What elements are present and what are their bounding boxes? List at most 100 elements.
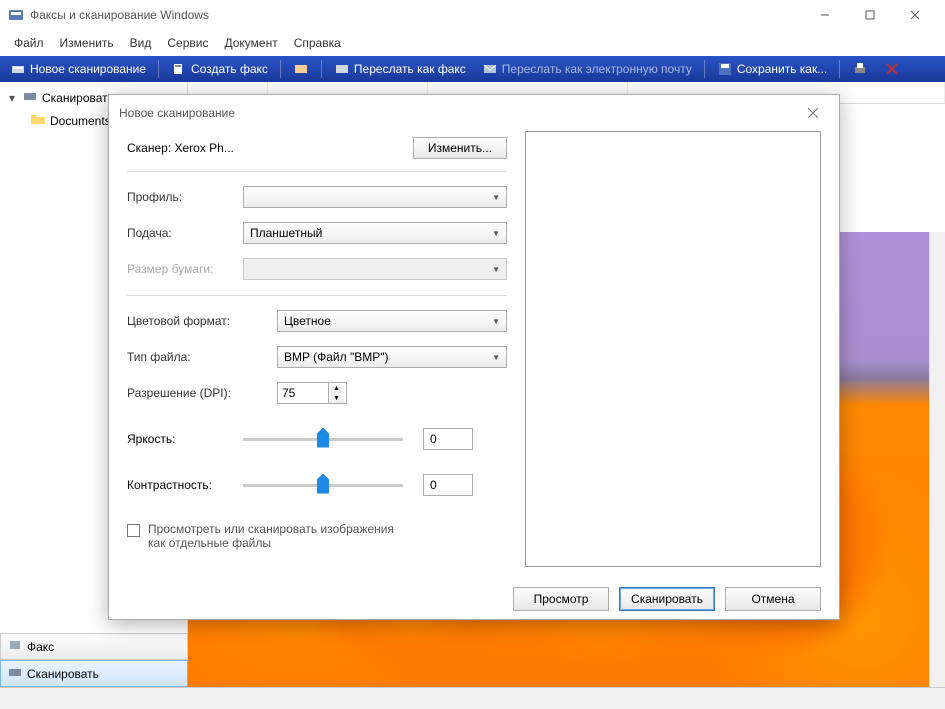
window-title: Факсы и сканирование Windows — [30, 8, 802, 22]
dialog-footer: Просмотр Сканировать Отмена — [109, 579, 839, 619]
toolbar-forward-fax[interactable]: Переслать как факс — [328, 59, 472, 79]
menu-help[interactable]: Справка — [286, 32, 349, 54]
toolbar-separator — [839, 60, 840, 78]
profile-label: Профиль: — [127, 190, 243, 204]
contrast-row: Контрастность: 0 — [127, 474, 507, 496]
change-scanner-button[interactable]: Изменить... — [413, 137, 507, 159]
collapse-icon[interactable]: ▾ — [6, 91, 18, 105]
chevron-down-icon: ▼ — [492, 193, 500, 202]
slider-thumb[interactable] — [317, 474, 329, 494]
chevron-down-icon: ▼ — [492, 229, 500, 238]
menubar: Файл Изменить Вид Сервис Документ Справк… — [0, 30, 945, 56]
save-as-label: Сохранить как... — [737, 62, 827, 76]
filetype-row: Тип файла: BMP (Файл "BMP") ▼ — [127, 346, 507, 368]
toolbar-separator — [321, 60, 322, 78]
brightness-slider[interactable] — [243, 438, 403, 441]
spin-up[interactable]: ▲ — [329, 383, 344, 393]
toolbar-separator — [704, 60, 705, 78]
brightness-label: Яркость: — [127, 432, 243, 446]
brightness-value[interactable]: 0 — [423, 428, 473, 450]
dialog-preview — [525, 131, 821, 567]
filetype-value: BMP (Файл "BMP") — [284, 350, 388, 364]
toolbar-print[interactable] — [846, 59, 874, 79]
toolbar-new-scan[interactable]: Новое сканирование — [4, 59, 152, 79]
create-fax-label: Создать факс — [191, 62, 268, 76]
profile-select[interactable]: ▼ — [243, 186, 507, 208]
source-label: Подача: — [127, 226, 243, 240]
maximize-button[interactable] — [847, 0, 892, 30]
resolution-spinner[interactable]: ▲ ▼ — [277, 382, 347, 404]
dialog-title-label: Новое сканирование — [119, 106, 235, 120]
menu-edit[interactable]: Изменить — [52, 32, 122, 54]
filetype-label: Тип файла: — [127, 350, 277, 364]
contrast-slider[interactable] — [243, 484, 403, 487]
cancel-button[interactable]: Отмена — [725, 587, 821, 611]
dialog-body: Сканер: Xerox Ph... Изменить... Профиль:… — [109, 131, 839, 579]
separate-files-checkbox[interactable] — [127, 524, 140, 537]
bottom-tabs: Факс Сканировать — [0, 633, 188, 687]
scanner-small-icon — [22, 88, 38, 107]
scanner-icon — [10, 61, 26, 77]
spin-down[interactable]: ▼ — [329, 393, 344, 403]
separate-files-label: Просмотреть или сканировать изображения … — [148, 522, 408, 550]
color-label: Цветовой формат: — [127, 314, 277, 328]
chevron-down-icon: ▼ — [492, 353, 500, 362]
folder-icon — [30, 111, 46, 130]
forward-email-label: Переслать как электронную почту — [502, 62, 692, 76]
profile-row: Профиль: ▼ — [127, 186, 507, 208]
slider-thumb[interactable] — [317, 428, 329, 448]
tab-scan-label: Сканировать — [27, 667, 99, 681]
scanner-label: Сканер: Xerox Ph... — [127, 141, 413, 155]
paper-select: ▼ — [243, 258, 507, 280]
chevron-down-icon: ▼ — [492, 265, 500, 274]
separate-files-row: Просмотреть или сканировать изображения … — [127, 522, 507, 550]
window-controls — [802, 0, 937, 30]
new-scan-dialog: Новое сканирование Сканер: Xerox Ph... И… — [108, 94, 840, 620]
color-select[interactable]: Цветное ▼ — [277, 310, 507, 332]
menu-document[interactable]: Документ — [216, 32, 285, 54]
print-icon — [852, 61, 868, 77]
toolbar: Новое сканирование Создать факс Переслат… — [0, 56, 945, 82]
contrast-value[interactable]: 0 — [423, 474, 473, 496]
fax-small-icon — [7, 637, 23, 656]
menu-file[interactable]: Файл — [6, 32, 52, 54]
statusbar — [0, 687, 945, 709]
titlebar: Факсы и сканирование Windows — [0, 0, 945, 30]
save-icon — [717, 61, 733, 77]
tab-fax-label: Факс — [27, 640, 54, 654]
email-icon — [482, 61, 498, 77]
section-divider — [127, 280, 507, 296]
toolbar-delete[interactable] — [878, 59, 906, 79]
fax-icon — [171, 61, 187, 77]
preview-button[interactable]: Просмотр — [513, 587, 609, 611]
dialog-form: Сканер: Xerox Ph... Изменить... Профиль:… — [127, 131, 507, 567]
toolbar-forward-email[interactable]: Переслать как электронную почту — [476, 59, 698, 79]
tab-fax[interactable]: Факс — [0, 633, 188, 660]
toolbar-save-as[interactable]: Сохранить как... — [711, 59, 833, 79]
source-row: Подача: Планшетный ▼ — [127, 222, 507, 244]
source-value: Планшетный — [250, 226, 322, 240]
new-scan-label: Новое сканирование — [30, 62, 146, 76]
resolution-row: Разрешение (DPI): ▲ ▼ — [127, 382, 507, 404]
vertical-scrollbar[interactable] — [929, 232, 945, 689]
minimize-button[interactable] — [802, 0, 847, 30]
tree-folder-label: Documents — [50, 114, 111, 128]
delete-icon — [884, 61, 900, 77]
menu-view[interactable]: Вид — [122, 32, 160, 54]
scan-preview-box — [525, 131, 821, 567]
reply-icon — [293, 61, 309, 77]
scanner-row: Сканер: Xerox Ph... Изменить... — [127, 131, 507, 172]
resolution-input[interactable] — [278, 383, 328, 403]
close-button[interactable] — [892, 0, 937, 30]
filetype-select[interactable]: BMP (Файл "BMP") ▼ — [277, 346, 507, 368]
app-icon — [8, 7, 24, 23]
toolbar-reply[interactable] — [287, 59, 315, 79]
toolbar-create-fax[interactable]: Создать факс — [165, 59, 274, 79]
menu-tools[interactable]: Сервис — [159, 32, 216, 54]
scan-button[interactable]: Сканировать — [619, 587, 715, 611]
contrast-label: Контрастность: — [127, 478, 243, 492]
tab-scan[interactable]: Сканировать — [0, 660, 188, 687]
source-select[interactable]: Планшетный ▼ — [243, 222, 507, 244]
toolbar-separator — [158, 60, 159, 78]
dialog-close-button[interactable] — [797, 101, 829, 125]
